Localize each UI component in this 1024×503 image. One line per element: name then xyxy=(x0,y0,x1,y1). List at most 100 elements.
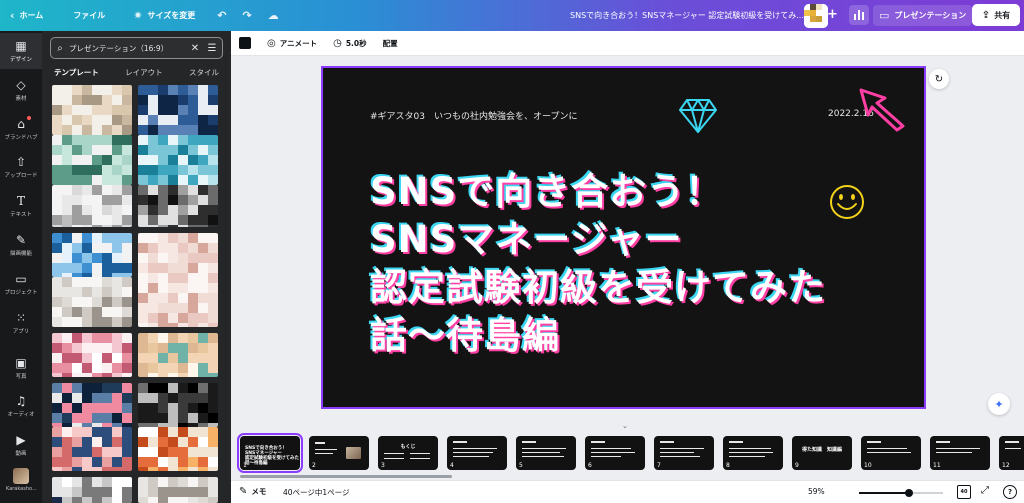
filmstrip-scrollbar[interactable] xyxy=(240,475,452,478)
rail-item-photos[interactable]: ▣ 写真 xyxy=(0,350,42,386)
redo-button[interactable]: ↷ xyxy=(235,0,260,31)
template-thumbnail[interactable] xyxy=(138,233,218,327)
page-thumbnail[interactable]: 7 xyxy=(654,436,714,470)
template-grid xyxy=(52,85,218,503)
template-thumbnail[interactable] xyxy=(138,383,218,427)
template-thumbnail[interactable] xyxy=(138,477,218,503)
rail-item-elements[interactable]: ◇ 素材 xyxy=(0,72,42,108)
top-bar: ‹ ホーム ファイル ✷ サイズを変更 ↶ ↷ ☁ SNSで向き合おう！SNSマ… xyxy=(0,0,1024,31)
insights-button[interactable] xyxy=(849,5,869,25)
diamond-icon[interactable] xyxy=(679,98,717,134)
rail-item-apps[interactable]: ⁙ アプリ xyxy=(0,305,42,341)
zoom-slider[interactable] xyxy=(859,489,943,497)
present-label: プレゼンテーション xyxy=(894,11,967,20)
rail-label: プロジェクト xyxy=(4,289,38,296)
share-button[interactable]: ⇪ 共有 xyxy=(972,4,1020,26)
rail-item-design[interactable]: ▦ デザイン xyxy=(0,33,42,69)
fullscreen-icon[interactable]: ⤢ xyxy=(981,485,989,496)
apps-icon: ⁙ xyxy=(15,310,27,325)
filter-icon[interactable]: ☰ xyxy=(202,43,222,54)
template-thumbnail[interactable] xyxy=(52,233,132,277)
page-thumbnail[interactable]: もくじ 3 xyxy=(378,436,438,470)
template-thumbnail[interactable] xyxy=(52,427,132,471)
tab-templates[interactable]: テンプレート xyxy=(50,67,103,83)
photo-icon: ▣ xyxy=(15,355,27,370)
rail-label: ブランドハブ xyxy=(4,134,38,141)
page-thumbnail[interactable]: 4 xyxy=(447,436,507,470)
refresh-icon: ↻ xyxy=(934,73,944,85)
page-thumbnail[interactable]: 6 xyxy=(585,436,645,470)
resize-button[interactable]: ✷ サイズを変更 xyxy=(125,0,203,31)
slide-title-line: SNSで向き合おう！ xyxy=(370,170,724,213)
slide-tagline[interactable]: #ギアスタ03 いつもの社内勉強会を、オープンに xyxy=(370,109,577,122)
add-collaborator-button[interactable]: + xyxy=(827,8,838,22)
present-button[interactable]: ▭ プレゼンテーション xyxy=(873,5,973,26)
rail-item-video[interactable]: ▶ 動画 xyxy=(0,427,42,463)
cloud-save-status[interactable]: ☁ xyxy=(260,0,287,31)
refresh-button[interactable]: ↻ xyxy=(929,69,949,89)
template-thumbnail[interactable] xyxy=(138,333,218,377)
rail-user[interactable]: Karakasho... xyxy=(6,468,37,492)
template-thumbnail[interactable] xyxy=(52,185,132,227)
page-thumbnail[interactable]: 得た知識 知識編 9 xyxy=(792,436,852,470)
rail-item-projects[interactable]: ▭ プロジェクト xyxy=(0,266,42,302)
page-thumbnail[interactable]: 10 xyxy=(861,436,921,470)
zoom-slider-handle[interactable] xyxy=(904,489,913,497)
template-thumbnail[interactable] xyxy=(138,185,218,227)
page-thumbnail[interactable]: 8 xyxy=(723,436,783,470)
duration-button[interactable]: ◷ 5.0秒 xyxy=(333,38,367,49)
sparkle-icon: ✷ xyxy=(133,9,143,22)
magic-assistant-button[interactable]: ✦ xyxy=(988,393,1010,415)
template-thumbnail[interactable] xyxy=(52,333,132,377)
page-thumb-text: もくじ xyxy=(400,444,416,450)
template-thumbnail[interactable] xyxy=(52,383,132,427)
tab-styles[interactable]: スタイル xyxy=(185,67,223,83)
document-title[interactable]: SNSで向き合おう！SNSマネージャー 認定試験初級を受けてみ... xyxy=(570,0,804,31)
search-input[interactable] xyxy=(69,43,188,53)
page-thumbnail[interactable]: 11 xyxy=(930,436,990,470)
page-thumbnail[interactable]: 5 xyxy=(516,436,576,470)
rail-label: デザイン xyxy=(9,56,32,63)
page-grid-button[interactable]: 40 xyxy=(957,485,971,499)
template-search: ⌕ ✕ ☰ xyxy=(50,37,223,59)
page-thumbnail[interactable]: SNSで向き合おう！ SNSマネージャー 認定試験初級を受けてみた 話〜待島編 … xyxy=(237,433,303,473)
template-thumbnail[interactable] xyxy=(138,85,218,135)
slide-canvas[interactable]: #ギアスタ03 いつもの社内勉強会を、オープンに 2022.2.16 SNSで向… xyxy=(321,66,926,409)
cursor-arrow-icon[interactable] xyxy=(859,88,907,132)
status-bar: ✎ メモ 40ページ中1ページ 59% 40 ⤢ ? xyxy=(231,480,1024,503)
rail-item-upload[interactable]: ⇧ アップロード xyxy=(0,149,42,185)
rail-item-brand[interactable]: ⌂ ブランドハブ xyxy=(0,111,42,147)
position-button[interactable]: 配置 xyxy=(383,38,398,49)
user-label: Karakasho... xyxy=(6,486,37,492)
home-button[interactable]: ‹ ホーム xyxy=(0,0,51,31)
page-number: 5 xyxy=(519,462,523,469)
template-thumbnail[interactable] xyxy=(52,277,132,327)
page-number: 8 xyxy=(726,462,730,469)
template-thumbnail[interactable] xyxy=(52,135,132,185)
template-thumbnail[interactable] xyxy=(52,477,132,503)
template-thumbnail[interactable] xyxy=(52,85,132,135)
clear-search-icon[interactable]: ✕ xyxy=(188,43,202,54)
rail-item-draw[interactable]: ✎ 描画機能 xyxy=(0,227,42,263)
rail-item-text[interactable]: T テキスト xyxy=(0,188,42,224)
file-menu-button[interactable]: ファイル xyxy=(65,0,113,31)
animate-button[interactable]: ◎ アニメート xyxy=(267,38,317,49)
design-icon: ▦ xyxy=(15,38,27,53)
template-thumbnail[interactable] xyxy=(138,135,218,185)
slide-title[interactable]: SNSで向き合おう！ SNSマネージャー 認定試験初級を受けてみた 話〜待島編 xyxy=(370,168,910,360)
tab-layouts[interactable]: レイアウト xyxy=(121,67,167,83)
notes-button[interactable]: ✎ メモ xyxy=(239,486,266,497)
template-thumbnail[interactable] xyxy=(138,427,218,471)
page-thumbnail[interactable]: 12 xyxy=(999,436,1024,470)
help-button[interactable]: ? xyxy=(1003,485,1017,499)
color-swatch[interactable] xyxy=(239,37,251,49)
avatar[interactable] xyxy=(804,4,828,28)
undo-button[interactable]: ↶ xyxy=(209,0,234,31)
page-thumbnail[interactable]: 2 xyxy=(309,436,369,470)
notes-label: メモ xyxy=(251,487,267,496)
page-thumb-text: SNSで向き合おう！ SNSマネージャー 認定試験初級を受けてみた 話〜待島編 xyxy=(245,446,299,466)
zoom-level[interactable]: 59% xyxy=(808,487,825,496)
search-icon: ⌕ xyxy=(57,42,63,54)
text-icon: T xyxy=(16,193,25,208)
rail-item-audio[interactable]: ♫ オーディオ xyxy=(0,388,42,424)
